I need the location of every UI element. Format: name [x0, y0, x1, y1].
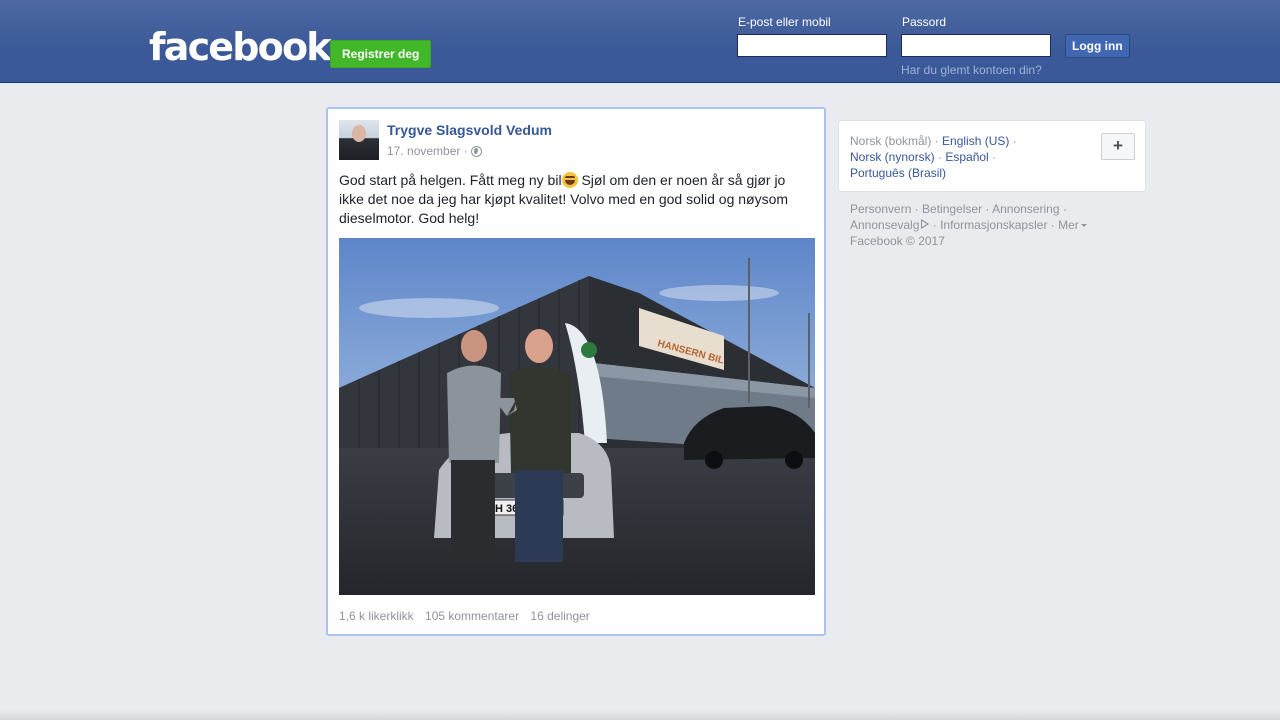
- login-button[interactable]: Logg inn: [1065, 34, 1130, 58]
- language-link-portugues[interactable]: Português (Brasil): [850, 166, 946, 180]
- language-list: Norsk (bokmål) · English (US) · Norsk (n…: [850, 134, 1017, 180]
- comments-count[interactable]: 105 kommentarer: [425, 609, 519, 623]
- password-field[interactable]: [901, 34, 1051, 57]
- avatar[interactable]: [339, 120, 379, 160]
- footer-copyright: Facebook © 2017: [850, 234, 945, 248]
- post-date[interactable]: 17. november ·: [387, 144, 468, 158]
- likes-count[interactable]: 1,6 k likerklikk: [339, 609, 414, 623]
- email-label: E-post eller mobil: [738, 15, 831, 29]
- post-photo[interactable]: HANSERN BIL H 3646: [339, 238, 815, 595]
- password-label: Passord: [902, 15, 947, 29]
- footer-link-more[interactable]: Mer: [1058, 218, 1079, 232]
- email-field[interactable]: [737, 34, 887, 57]
- forgot-account-link[interactable]: Har du glemt kontoen din?: [901, 63, 1042, 77]
- add-language-button[interactable]: +: [1101, 133, 1135, 160]
- footer-link-adchoices[interactable]: Annonsevalg: [850, 218, 919, 232]
- avatar-head: [352, 125, 366, 142]
- language-current: Norsk (bokmål): [850, 134, 932, 148]
- adchoices-icon[interactable]: [921, 219, 930, 229]
- bottom-shadow: [0, 710, 1280, 720]
- shares-count[interactable]: 16 delinger: [530, 609, 589, 623]
- language-link-espanol[interactable]: Español: [945, 150, 988, 164]
- caret-down-icon[interactable]: [1080, 224, 1087, 227]
- footer-links: Personvern · Betingelser · Annonsering ·…: [850, 201, 1110, 249]
- laughing-emoji-icon: [561, 172, 578, 188]
- post-author-name[interactable]: Trygve Slagsvold Vedum: [387, 122, 552, 138]
- footer-link-terms[interactable]: Betingelser: [922, 202, 982, 216]
- post-card: Trygve Slagsvold Vedum 17. november · Go…: [326, 107, 826, 636]
- footer-link-advertising[interactable]: Annonsering: [992, 202, 1059, 216]
- globe-icon[interactable]: [471, 146, 482, 157]
- post-stats: 1,6 k likerklikk 105 kommentarer 16 deli…: [339, 609, 598, 623]
- language-link-nynorsk[interactable]: Norsk (nynorsk): [850, 150, 935, 164]
- post-text: God start på helgen. Fått meg ny bil Sjø…: [339, 171, 809, 228]
- facebook-logo[interactable]: facebook: [149, 24, 332, 70]
- post-text-start: God start på helgen. Fått meg ny bil: [339, 172, 562, 188]
- language-link-english[interactable]: English (US): [942, 134, 1009, 148]
- register-button[interactable]: Registrer deg: [330, 40, 432, 68]
- top-bar: facebook Registrer deg E-post eller mobi…: [0, 0, 1280, 83]
- language-selector-box: Norsk (bokmål) · English (US) · Norsk (n…: [838, 120, 1146, 192]
- footer-link-cookies[interactable]: Informasjonskapsler: [940, 218, 1047, 232]
- footer-link-privacy[interactable]: Personvern: [850, 202, 911, 216]
